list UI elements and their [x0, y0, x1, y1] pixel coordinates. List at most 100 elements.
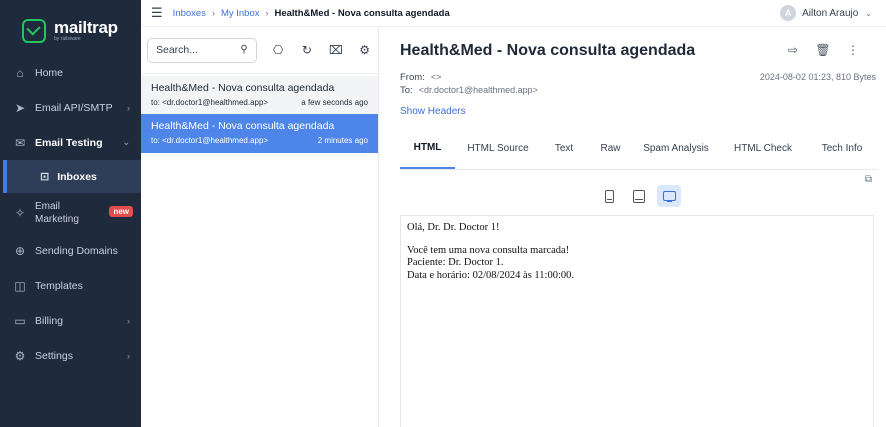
refresh-icon[interactable]: ↻	[294, 43, 321, 57]
tab-raw[interactable]: Raw	[587, 127, 634, 169]
email-line: Data e horário: 02/08/2024 às 11:00:00.	[407, 269, 574, 281]
message-recipient: to: <dr.doctor1@healthmed.app>	[151, 98, 269, 107]
email-preview: Olá, Dr. Dr. Doctor 1! Você tem uma nova…	[400, 215, 874, 427]
breadcrumb-current: Health&Med - Nova consulta agendada	[274, 7, 450, 19]
desktop-icon	[662, 191, 676, 202]
list-item-selected[interactable]: Health&Med - Nova consulta agendada to: …	[141, 114, 378, 153]
more-vertical-icon[interactable]: ⋮	[838, 43, 868, 57]
message-title: Health&Med - Nova consulta agendada	[400, 42, 696, 59]
mailtrap-logo-icon	[22, 18, 46, 43]
from-label: From:	[400, 72, 425, 83]
brand-sub: by railsware	[54, 36, 81, 42]
message-subject: Health&Med - Nova consulta agendada	[151, 120, 335, 132]
sidebar-item-home[interactable]: ⌂ Home	[0, 55, 141, 90]
sidebar-item-label: Home	[35, 66, 64, 79]
sidebar-item-label: Email Testing	[35, 136, 103, 149]
gear-icon: ⚙	[14, 348, 26, 363]
new-badge: new	[109, 206, 133, 217]
sidebar-item-label-line1: Email	[35, 201, 61, 212]
tablet-view-button[interactable]	[627, 185, 651, 207]
mobile-view-button[interactable]	[597, 185, 621, 207]
sidebar-item-label: Inboxes	[57, 170, 97, 183]
menu-icon[interactable]: ☰	[151, 5, 163, 21]
chevron-down-icon: ⌄	[122, 137, 130, 147]
list-toolbar: ⚲ ⎔ ↻ ⌧ ⚙	[141, 27, 378, 74]
sidebar-item-label: Templates	[35, 279, 83, 292]
view-tabs: HTML HTML Source Text Raw Spam Analysis …	[400, 127, 878, 170]
sidebar-item-label: Settings	[35, 349, 73, 362]
sidebar-item-templates[interactable]: ◫ Templates	[0, 268, 141, 303]
email-greeting: Olá, Dr. Dr. Doctor 1!	[407, 222, 500, 233]
search-icon: ⚲	[240, 43, 248, 55]
tab-text[interactable]: Text	[541, 127, 587, 169]
card-icon: ▭	[14, 313, 26, 328]
brand-name: mailtrap	[54, 18, 118, 37]
chevron-right-icon: ›	[127, 102, 130, 113]
message-actions: ⇨ 🗑 ⋮	[778, 43, 868, 57]
to-row: To: <dr.doctor1@healthmed.app>	[400, 85, 538, 96]
from-row: From: <>	[400, 72, 441, 83]
breadcrumb-my-inbox[interactable]: My Inbox	[221, 8, 260, 19]
to-value: <dr.doctor1@healthmed.app>	[418, 85, 538, 95]
email-line: Você tem uma nova consulta marcada!	[407, 244, 570, 256]
forward-icon[interactable]: ⇨	[778, 43, 808, 57]
desktop-view-button[interactable]	[657, 185, 681, 207]
open-external-icon[interactable]: ⧉	[865, 174, 872, 185]
trash-icon[interactable]: 🗑	[808, 43, 838, 57]
home-icon: ⌂	[16, 65, 24, 80]
template-icon: ◫	[14, 278, 26, 293]
message-time: 2 minutes ago	[317, 136, 368, 145]
tablet-icon	[633, 189, 645, 203]
chevron-right-icon: ›	[127, 350, 130, 361]
sparkle-icon: ✧	[14, 206, 26, 220]
breadcrumb-inboxes[interactable]: Inboxes	[173, 8, 206, 19]
sidebar-item-sending-domains[interactable]: ⊕ Sending Domains	[0, 233, 141, 268]
device-switcher	[597, 185, 687, 207]
sidebar: mailtrap by railsware ⌂ Home ➤ Email API…	[0, 0, 141, 427]
sidebar-item-inboxes[interactable]: ⊡ Inboxes	[3, 160, 141, 193]
breadcrumb-separator-icon: ›	[211, 8, 215, 18]
sidebar-item-label: Billing	[35, 314, 64, 327]
brand-logo[interactable]: mailtrap by railsware	[0, 0, 141, 48]
clear-inbox-icon[interactable]: ⌧	[322, 43, 349, 57]
user-name: Ailton Araujo	[802, 7, 859, 19]
sidebar-item-label: Sending Domains	[35, 244, 118, 257]
avatar: A	[780, 5, 797, 21]
mark-read-icon[interactable]: ⎔	[265, 43, 292, 57]
sidebar-item-email-marketing[interactable]: ✧ Email Marketing new	[0, 193, 141, 233]
settings-icon[interactable]: ⚙	[351, 43, 378, 57]
topbar: ☰ Inboxes › My Inbox › Health&Med - Nova…	[141, 0, 886, 27]
message-list: ⚲ ⎔ ↻ ⌧ ⚙ Health&Med - Nova consulta age…	[141, 27, 379, 427]
tab-html[interactable]: HTML	[400, 127, 455, 169]
sidebar-item-email-api[interactable]: ➤ Email API/SMTP ›	[0, 90, 141, 125]
email-line: Paciente: Dr. Doctor 1.	[407, 257, 504, 268]
globe-icon: ⊕	[14, 243, 26, 258]
to-label: To:	[400, 85, 413, 96]
message-time: a few seconds ago	[301, 98, 368, 107]
tab-tech-info[interactable]: Tech Info	[808, 127, 876, 169]
message-detail: Health&Med - Nova consulta agendada ⇨ 🗑 …	[380, 27, 886, 427]
list-item[interactable]: Health&Med - Nova consulta agendada to: …	[141, 76, 378, 114]
mail-check-icon: ✉	[14, 135, 26, 150]
sidebar-item-settings[interactable]: ⚙ Settings ›	[0, 338, 141, 373]
message-subject: Health&Med - Nova consulta agendada	[151, 82, 335, 94]
breadcrumb-separator-icon: ›	[265, 8, 269, 18]
search-box[interactable]: ⚲	[147, 37, 257, 63]
tab-html-check[interactable]: HTML Check	[718, 127, 808, 169]
chevron-down-icon: ⌄	[865, 8, 872, 18]
search-input[interactable]	[156, 44, 236, 56]
mobile-icon	[604, 189, 614, 203]
sidebar-item-label: Email Marketing	[35, 200, 79, 226]
sidebar-item-email-testing[interactable]: ✉ Email Testing ⌄	[0, 125, 141, 160]
tab-html-source[interactable]: HTML Source	[455, 127, 541, 169]
from-value: <>	[430, 72, 442, 82]
tab-spam-analysis[interactable]: Spam Analysis	[634, 127, 718, 169]
inbox-icon: ⊡	[40, 171, 50, 183]
sidebar-item-label: Email API/SMTP	[35, 101, 113, 114]
send-icon: ➤	[14, 100, 26, 115]
message-recipient: to: <dr.doctor1@healthmed.app>	[151, 136, 269, 145]
sidebar-item-billing[interactable]: ▭ Billing ›	[0, 303, 141, 338]
sidebar-item-label-line2: Marketing	[35, 214, 79, 225]
user-menu[interactable]: A Ailton Araujo ⌄	[780, 5, 872, 21]
show-headers-link[interactable]: Show Headers	[400, 106, 466, 117]
